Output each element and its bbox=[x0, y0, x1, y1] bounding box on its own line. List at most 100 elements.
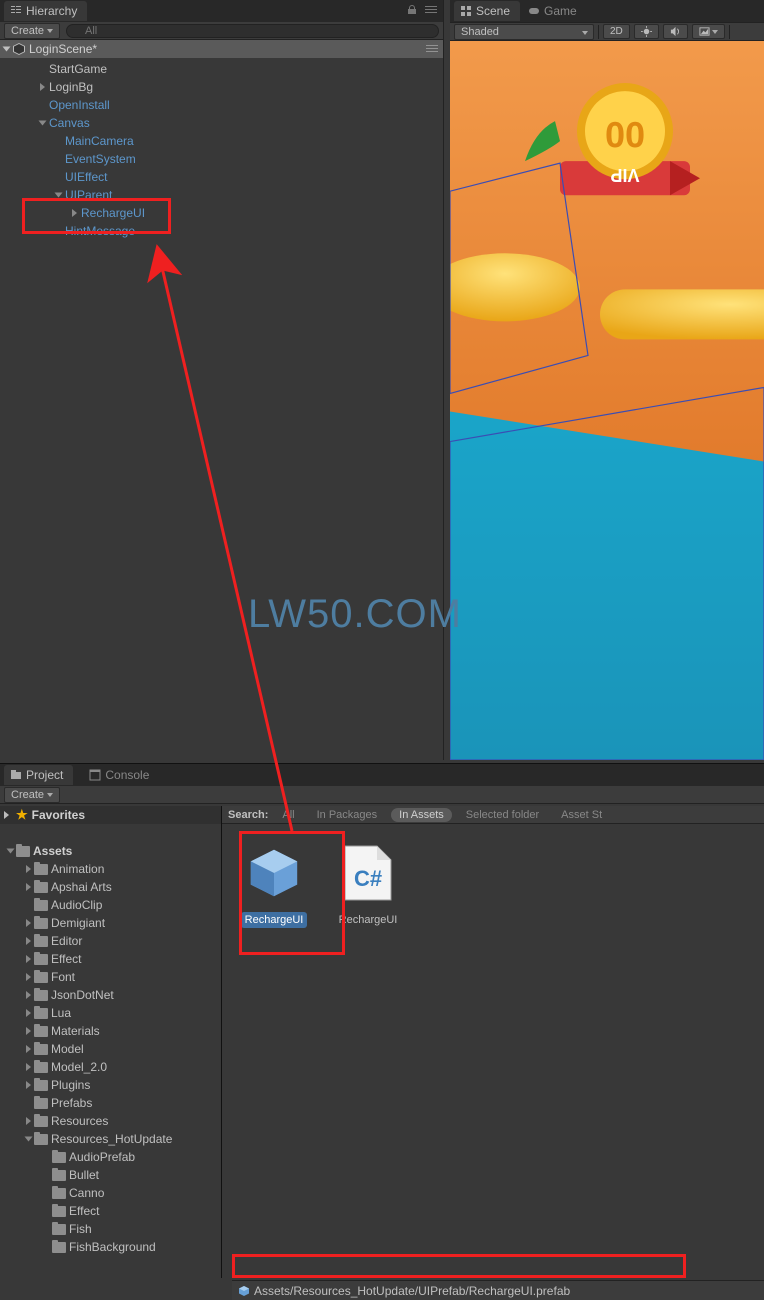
assets-root[interactable]: Assets bbox=[0, 842, 221, 860]
favorites-header[interactable]: ★Favorites bbox=[0, 806, 221, 824]
scene-header-row[interactable]: LoginScene* bbox=[0, 40, 443, 58]
folder-icon bbox=[34, 882, 48, 893]
watermark-text: LW50.COM bbox=[248, 592, 462, 637]
folder-editor[interactable]: Editor bbox=[0, 932, 221, 950]
folder-icon bbox=[34, 918, 48, 929]
audio-toggle[interactable] bbox=[663, 24, 688, 39]
project-tabbar: Project Console bbox=[0, 764, 764, 786]
folder-icon bbox=[34, 864, 48, 875]
scene-viewport[interactable]: 00 VIP bbox=[450, 41, 764, 760]
scene-options-icon[interactable] bbox=[425, 44, 439, 54]
tree-item-uiparent[interactable]: UIParent bbox=[0, 186, 443, 204]
foldout-icon bbox=[26, 919, 31, 927]
folder-effect[interactable]: Effect bbox=[0, 950, 221, 968]
tree-label: OpenInstall bbox=[49, 98, 110, 112]
folder-canno[interactable]: Canno bbox=[0, 1184, 221, 1202]
folder-label: Model_2.0 bbox=[51, 1060, 107, 1074]
project-path-bar[interactable]: Assets/Resources_HotUpdate/UIPrefab/Rech… bbox=[232, 1280, 764, 1300]
scene-name: LoginScene* bbox=[29, 42, 97, 56]
folder-icon bbox=[34, 972, 48, 983]
folder-model[interactable]: Model bbox=[0, 1040, 221, 1058]
folder-fishbg[interactable]: FishBackground bbox=[0, 1238, 221, 1256]
hierarchy-create-button[interactable]: Create bbox=[4, 23, 60, 39]
shading-mode-dropdown[interactable]: Shaded bbox=[454, 24, 594, 40]
project-tab-label: Project bbox=[26, 768, 63, 782]
project-panel: Project Console Create ★Favorites Assets… bbox=[0, 763, 764, 1300]
lighting-toggle[interactable] bbox=[634, 24, 659, 39]
foldout-icon bbox=[26, 991, 31, 999]
lock-icon[interactable] bbox=[407, 5, 417, 15]
folder-apshai[interactable]: Apshai Arts bbox=[0, 878, 221, 896]
folder-demigiant[interactable]: Demigiant bbox=[0, 914, 221, 932]
foldout-icon bbox=[26, 973, 31, 981]
folder-audioclip[interactable]: AudioClip bbox=[0, 896, 221, 914]
asset-prefab-rechargeui[interactable]: RechargeUI bbox=[236, 838, 312, 928]
asset-script-rechargeui[interactable]: C# RechargeUI bbox=[330, 838, 406, 928]
folder-label: Materials bbox=[51, 1024, 100, 1038]
panel-options-icon[interactable] bbox=[425, 5, 437, 15]
folder-lua[interactable]: Lua bbox=[0, 1004, 221, 1022]
folder-res-hotupdate[interactable]: Resources_HotUpdate bbox=[0, 1130, 221, 1148]
scope-all[interactable]: All bbox=[274, 808, 302, 822]
folder-jsondotnet[interactable]: JsonDotNet bbox=[0, 986, 221, 1004]
console-tab[interactable]: Console bbox=[83, 765, 159, 785]
scope-in-packages[interactable]: In Packages bbox=[309, 808, 386, 822]
folder-prefabs[interactable]: Prefabs bbox=[0, 1094, 221, 1112]
2d-toggle[interactable]: 2D bbox=[603, 24, 630, 39]
unity-icon bbox=[13, 43, 25, 55]
folder-label: Animation bbox=[51, 862, 104, 876]
folder-icon bbox=[34, 1044, 48, 1055]
project-icon bbox=[10, 769, 22, 781]
folder-icon bbox=[34, 1134, 48, 1145]
folder-fish[interactable]: Fish bbox=[0, 1220, 221, 1238]
game-tab[interactable]: Game bbox=[522, 1, 587, 21]
create-label: Create bbox=[11, 789, 44, 801]
folder-icon bbox=[34, 990, 48, 1001]
foldout-icon bbox=[26, 883, 31, 891]
sun-icon bbox=[641, 26, 652, 37]
folder-icon bbox=[34, 900, 48, 911]
foldout-icon bbox=[7, 849, 15, 854]
project-tab[interactable]: Project bbox=[4, 765, 73, 785]
tree-item-uieffect[interactable]: UIEffect bbox=[0, 168, 443, 186]
tree-item-maincamera[interactable]: MainCamera bbox=[0, 132, 443, 150]
image-icon bbox=[699, 26, 710, 37]
tree-item-hintmessage[interactable]: HintMessage bbox=[0, 222, 443, 240]
asset-label: RechargeUI bbox=[241, 912, 308, 928]
game-tab-icon bbox=[528, 5, 540, 17]
scope-asset-store[interactable]: Asset St bbox=[553, 808, 610, 822]
tree-item-canvas[interactable]: Canvas bbox=[0, 114, 443, 132]
folder-resources[interactable]: Resources bbox=[0, 1112, 221, 1130]
fx-dropdown[interactable] bbox=[692, 24, 725, 39]
folder-icon bbox=[34, 1008, 48, 1019]
scene-tab[interactable]: Scene bbox=[454, 1, 520, 21]
scope-in-assets[interactable]: In Assets bbox=[391, 808, 452, 822]
folder-font[interactable]: Font bbox=[0, 968, 221, 986]
scope-selected-folder[interactable]: Selected folder bbox=[458, 808, 547, 822]
project-create-button[interactable]: Create bbox=[4, 787, 60, 803]
folder-icon bbox=[52, 1224, 66, 1235]
tree-item-eventsystem[interactable]: EventSystem bbox=[0, 150, 443, 168]
folder-materials[interactable]: Materials bbox=[0, 1022, 221, 1040]
hierarchy-search-wrap bbox=[66, 24, 439, 38]
folder-label: Effect bbox=[69, 1204, 99, 1218]
hierarchy-search-input[interactable] bbox=[66, 24, 439, 38]
tree-item-startgame[interactable]: StartGame bbox=[0, 60, 443, 78]
scene-tabbar: Scene Game bbox=[450, 0, 764, 22]
scene-tab-label: Scene bbox=[476, 4, 510, 18]
tree-item-openinstall[interactable]: OpenInstall bbox=[0, 96, 443, 114]
folder-effect-sub[interactable]: Effect bbox=[0, 1202, 221, 1220]
foldout-icon bbox=[4, 811, 9, 819]
folder-label: Demigiant bbox=[51, 916, 105, 930]
tree-item-rechargeui[interactable]: RechargeUI bbox=[0, 204, 443, 222]
folder-model20[interactable]: Model_2.0 bbox=[0, 1058, 221, 1076]
folder-plugins[interactable]: Plugins bbox=[0, 1076, 221, 1094]
folder-audioprefab[interactable]: AudioPrefab bbox=[0, 1148, 221, 1166]
scene-toolbar: Shaded 2D bbox=[450, 22, 764, 41]
folder-bullet[interactable]: Bullet bbox=[0, 1166, 221, 1184]
prefab-icon bbox=[239, 838, 309, 908]
folder-icon bbox=[34, 1062, 48, 1073]
folder-animation[interactable]: Animation bbox=[0, 860, 221, 878]
tree-item-loginbg[interactable]: LoginBg bbox=[0, 78, 443, 96]
hierarchy-tab[interactable]: Hierarchy bbox=[4, 1, 87, 21]
